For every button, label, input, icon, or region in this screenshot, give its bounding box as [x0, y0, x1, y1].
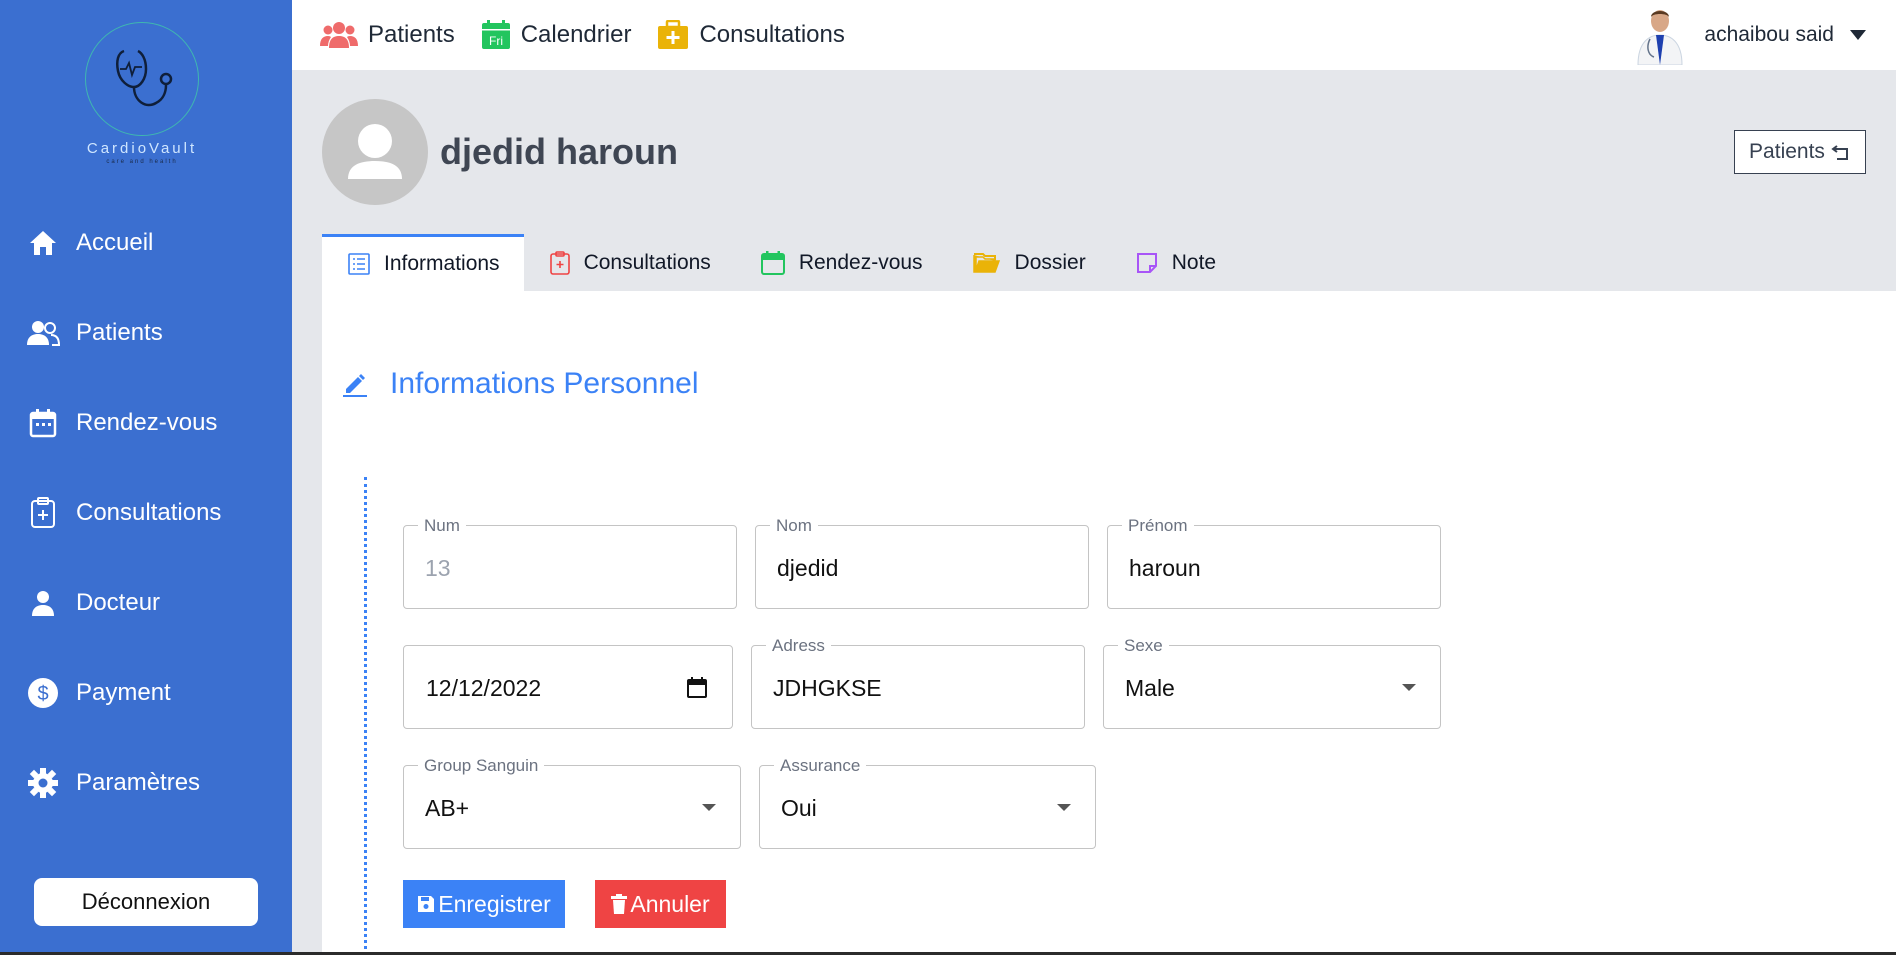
top-nav: Patients Fri Calendrier Consultations: [320, 0, 871, 70]
stethoscope-icon: [85, 22, 199, 136]
topnav-label: Consultations: [699, 21, 845, 48]
medical-bag-icon: [657, 20, 689, 50]
prenom-value: haroun: [1129, 554, 1201, 581]
patient-name: djedid haroun: [440, 131, 678, 172]
save-button-label: Enregistrer: [438, 890, 551, 917]
topnav-label: Calendrier: [520, 21, 632, 48]
calendar-day-text: Fri: [489, 34, 503, 48]
sidebar-item-label: Paramètres: [76, 769, 201, 796]
gear-icon: [26, 766, 60, 800]
sidebar-item-label: Payment: [76, 679, 171, 706]
tab-informations[interactable]: Informations: [322, 234, 524, 291]
calendar-icon: [26, 406, 60, 440]
tab-label: Dossier: [1014, 250, 1086, 274]
prenom-field[interactable]: Prénom haroun: [1107, 516, 1441, 609]
top-bar: Patients Fri Calendrier Consultations ac…: [292, 0, 1896, 70]
cardiovault-logo: CardioVault care and health: [82, 22, 202, 172]
num-field[interactable]: Num 13: [403, 516, 737, 609]
sidebar-item-consultations[interactable]: Consultations: [0, 468, 292, 558]
sidebar-item-accueil[interactable]: Accueil: [0, 198, 292, 288]
tab-label: Note: [1171, 250, 1217, 274]
tab-label: Consultations: [583, 250, 711, 274]
tab-label: Rendez-vous: [798, 250, 923, 274]
clipboard-plus-icon: [549, 250, 570, 275]
floppy-disk-icon: [417, 895, 435, 913]
user-name: achaibou said: [1704, 23, 1834, 46]
sidebar-item-label: Accueil: [76, 229, 154, 256]
patient-tabs: Informations Consultations Rendez-vous D…: [322, 234, 1240, 291]
tab-consultations[interactable]: Consultations: [524, 234, 735, 291]
date-value: 12/12/2022: [426, 674, 542, 701]
svg-text:$: $: [37, 683, 48, 705]
calendar-fri-icon: Fri: [481, 20, 511, 50]
sidebar-item-payment[interactable]: $ Payment: [0, 648, 292, 738]
sidebar-item-rendez-vous[interactable]: Rendez-vous: [0, 378, 292, 468]
group-sanguin-select[interactable]: Group Sanguin AB+: [403, 756, 741, 849]
timeline-line: [364, 477, 367, 955]
home-icon: [26, 226, 60, 260]
patient-avatar: [322, 99, 428, 205]
sidebar-nav: Accueil Patients Rendez-vous Consultatio…: [0, 198, 292, 828]
clipboard-plus-icon: [26, 496, 60, 530]
sidebar: CardioVault care and health Accueil Pati…: [0, 0, 292, 955]
users-icon: [320, 21, 358, 49]
tab-label: Informations: [384, 252, 500, 275]
sidebar-item-label: Docteur: [76, 589, 161, 616]
topnav-patients[interactable]: Patients: [320, 21, 455, 49]
calendar-icon[interactable]: [686, 677, 708, 699]
sidebar-item-docteur[interactable]: Docteur: [0, 558, 292, 648]
folder-open-icon: [972, 252, 1001, 274]
dollar-icon: $: [26, 676, 60, 710]
pencil-icon: [342, 371, 368, 397]
dropdown-arrow-icon: [1057, 804, 1071, 811]
back-button-label: Patients: [1749, 140, 1825, 163]
adress-value: JDHGKSE: [773, 674, 882, 701]
doctor-avatar: [1630, 5, 1691, 66]
calendar-icon: [760, 250, 785, 275]
trash-icon: [611, 894, 628, 914]
num-value: 13: [425, 554, 451, 581]
topnav-calendrier[interactable]: Fri Calendrier: [481, 20, 632, 50]
sexe-select[interactable]: Sexe Male: [1103, 636, 1441, 729]
users-icon: [26, 316, 60, 350]
list-icon: [348, 253, 370, 275]
date-field[interactable]: 12/12/2022: [403, 645, 733, 729]
sidebar-item-label: Consultations: [76, 499, 222, 526]
sticky-note-icon: [1136, 252, 1158, 274]
assurance-select[interactable]: Assurance Oui: [759, 756, 1096, 849]
user-icon: [26, 586, 60, 620]
sidebar-item-patients[interactable]: Patients: [0, 288, 292, 378]
sidebar-item-parametres[interactable]: Paramètres: [0, 738, 292, 828]
nom-value: djedid: [777, 554, 839, 581]
save-button[interactable]: Enregistrer: [403, 880, 565, 928]
tab-rendez-vous[interactable]: Rendez-vous: [735, 234, 947, 291]
topnav-label: Patients: [368, 21, 455, 48]
assurance-value: Oui: [781, 794, 817, 821]
sexe-value: Male: [1125, 674, 1175, 701]
nom-field[interactable]: Nom djedid: [755, 516, 1089, 609]
brand-name: CardioVault: [86, 140, 198, 157]
brand-tagline: care and health: [106, 159, 178, 165]
section-title: Informations Personnel: [342, 367, 699, 401]
section-title-text: Informations Personnel: [390, 367, 699, 400]
adress-field[interactable]: Adress JDHGKSE: [751, 636, 1085, 729]
back-to-patients-button[interactable]: Patients: [1734, 130, 1866, 174]
tab-note[interactable]: Note: [1110, 234, 1240, 291]
chevron-down-icon: [1850, 30, 1866, 40]
topnav-consultations[interactable]: Consultations: [657, 20, 845, 50]
cancel-button[interactable]: Annuler: [595, 880, 726, 928]
logout-button[interactable]: Déconnexion: [34, 878, 258, 926]
dropdown-arrow-icon: [702, 804, 716, 811]
sidebar-item-label: Patients: [76, 319, 163, 346]
tab-dossier[interactable]: Dossier: [947, 234, 1110, 291]
group-sanguin-value: AB+: [425, 794, 470, 821]
sidebar-item-label: Rendez-vous: [76, 409, 218, 436]
user-menu[interactable]: achaibou said: [1630, 0, 1866, 70]
dropdown-arrow-icon: [1402, 684, 1416, 691]
cancel-button-label: Annuler: [630, 890, 710, 917]
return-icon: [1831, 143, 1851, 161]
